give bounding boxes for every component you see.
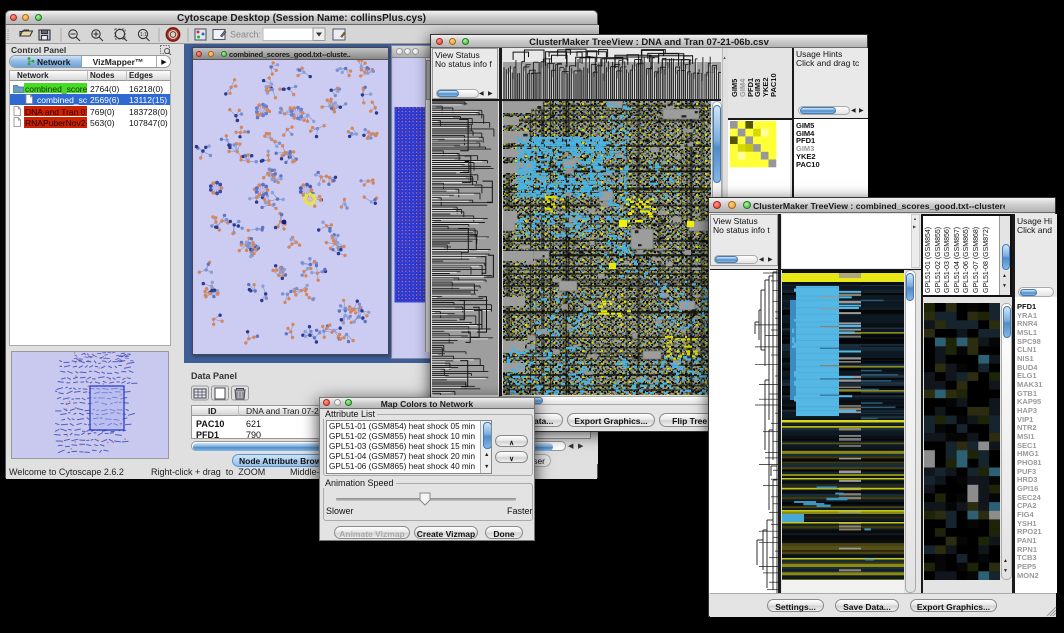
svg-text:Search:: Search:: [230, 30, 261, 40]
svg-text:1:1: 1:1: [140, 32, 147, 38]
